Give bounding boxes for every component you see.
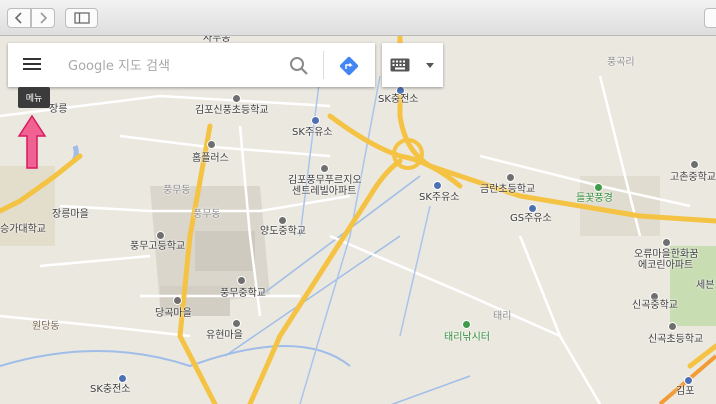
map-label: 고촌중학교 [670, 172, 716, 183]
school-poi-icon [668, 322, 677, 331]
map-label: 풍곡리 [607, 57, 635, 68]
map-label: SK주유소 [292, 127, 333, 138]
gas-station-poi-icon [684, 376, 693, 385]
map-label: 김포신풍초등학교 [195, 105, 269, 116]
shop-poi-icon [207, 140, 216, 149]
building-poi-icon [662, 238, 671, 247]
building-poi-icon [320, 164, 329, 173]
gas-station-poi-icon [311, 116, 320, 125]
gas-station-poi-icon [433, 181, 442, 190]
keyboard-icon[interactable] [390, 58, 410, 72]
school-poi-icon [278, 216, 287, 225]
map-label: 들꽃풍경 [576, 193, 613, 204]
sidebar-toggle-button[interactable] [65, 8, 98, 28]
map-label: 당곡마을 [155, 308, 192, 319]
map-label: 김포 [676, 386, 695, 397]
map-label: 에코린아파트 [638, 260, 694, 271]
park-poi-icon [462, 320, 471, 329]
map-label: 원당동 [32, 321, 60, 332]
map-label: 센트레빌아파트 [292, 186, 357, 197]
school-poi-icon [237, 276, 246, 285]
map-label: 김포풍무푸르지오 [288, 175, 362, 186]
map-label: 장릉 [49, 104, 68, 115]
map-label: SK충전소 [90, 384, 131, 395]
input-tools-box [382, 43, 443, 87]
school-poi-icon [690, 160, 699, 169]
search-box [8, 43, 375, 87]
map-label: 세븐 [696, 280, 715, 291]
map-base [0, 36, 716, 404]
map-label: SK충전소 [378, 94, 419, 105]
gas-station-poi-icon [118, 374, 127, 383]
building-poi-icon [232, 319, 241, 328]
building-poi-icon [173, 296, 182, 305]
directions-icon[interactable] [338, 55, 360, 77]
map-label: 풍무고등학교 [130, 241, 186, 252]
toolbar-button-right[interactable] [704, 8, 716, 28]
map-label: 신곡중학교 [632, 300, 678, 311]
map-label: 풍무동 [193, 209, 221, 220]
park-poi-icon [594, 183, 603, 192]
caret-down-icon[interactable] [422, 58, 438, 72]
hamburger-icon [23, 58, 41, 60]
chevron-left-icon [14, 12, 22, 24]
divider [323, 51, 324, 79]
map-label: 태리 [493, 311, 512, 322]
gas-station-poi-icon [528, 204, 537, 213]
map-label: 풍무동 [163, 185, 191, 196]
map-label: 풍무중학교 [220, 288, 266, 299]
menu-button[interactable] [22, 55, 44, 75]
map-label: GS주유소 [510, 213, 552, 224]
map-label: 장릉마을 [52, 209, 89, 220]
sidebar-icon [73, 12, 90, 24]
pink-arrow-icon [17, 114, 47, 169]
map-label: 금란초등학교 [480, 184, 536, 195]
map-label: 양도중학교 [260, 226, 306, 237]
forward-button[interactable] [31, 8, 55, 28]
map-label: 승가대학교 [0, 224, 46, 235]
school-poi-icon [232, 94, 241, 103]
search-icon[interactable] [288, 55, 310, 77]
map-label: 오류마을한화꿈 [634, 249, 699, 260]
map-canvas[interactable]: 사무동 김포신풍초등학교 장릉 SK충전소 SK주유소 홈플러스 김포풍무푸르지… [0, 36, 716, 404]
menu-tooltip: 메뉴 [18, 87, 50, 108]
map-label: SK주유소 [419, 192, 460, 203]
school-poi-icon [156, 231, 165, 240]
map-label: 태리낚시터 [444, 332, 490, 343]
map-label: 홈플러스 [192, 153, 229, 164]
map-label: 유현마을 [206, 330, 243, 341]
map-label: 신곡초등학교 [648, 334, 704, 345]
school-poi-icon [506, 173, 515, 182]
chevron-right-icon [40, 12, 48, 24]
back-button[interactable] [7, 8, 31, 28]
browser-toolbar [0, 0, 716, 36]
search-input[interactable] [66, 55, 270, 77]
